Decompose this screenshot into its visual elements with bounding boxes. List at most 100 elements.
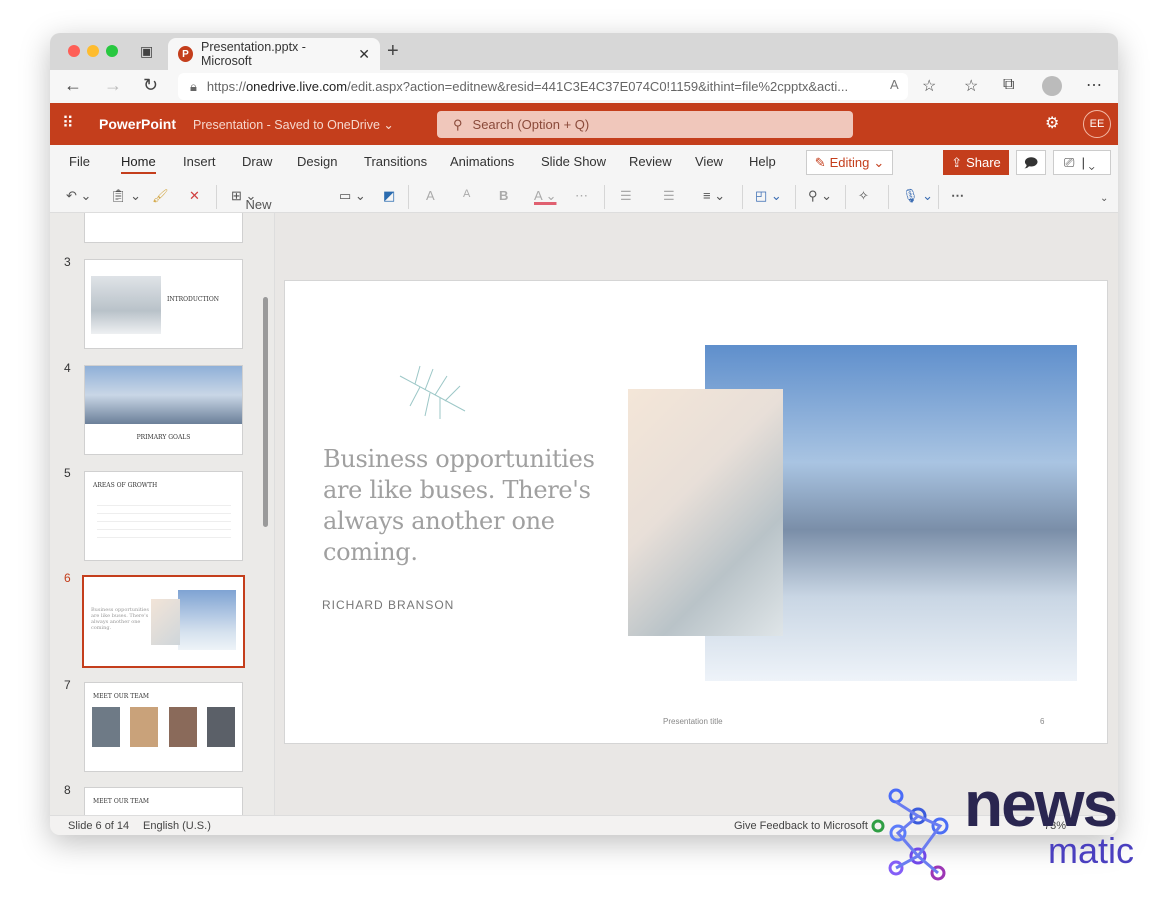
tab-draw[interactable]: Draw: [242, 154, 272, 169]
paste-icon[interactable]: 📋︎ ⌄: [110, 188, 141, 204]
share-icon: ⇪: [951, 154, 963, 170]
feedback-button[interactable]: Give Feedback to Microsoft: [734, 820, 868, 832]
ribbon-tabs: File Home Insert Draw Design Transitions…: [50, 145, 1118, 179]
slide-quote[interactable]: Business opportunities are like buses. T…: [323, 444, 623, 568]
url-path: /edit.aspx?action=editnew&resid=441C3E4C…: [347, 79, 849, 94]
tab-actions-icon[interactable]: ▣: [140, 43, 153, 60]
watermark-text-matic: matic: [1048, 830, 1135, 871]
thumbnail-scrollbar[interactable]: [263, 297, 268, 527]
more-options-icon[interactable]: ⋯: [951, 188, 964, 204]
tab-animations[interactable]: Animations: [450, 154, 514, 169]
comments-button[interactable]: 🗩︎: [1016, 150, 1046, 175]
slide-thumbnail-7[interactable]: MEET OUR TEAM: [84, 682, 243, 772]
dictate-icon[interactable]: 🎙︎ ⌄: [902, 188, 933, 204]
favorites-icon[interactable]: ☆: [964, 76, 978, 96]
forward-icon[interactable]: →: [104, 75, 122, 96]
url-prefix: https://: [206, 79, 246, 94]
shapes-icon[interactable]: ◰ ⌄: [755, 188, 782, 204]
refresh-icon[interactable]: ↻: [143, 75, 158, 96]
more-icon[interactable]: ⋯: [1086, 75, 1102, 95]
slide-thumbnail-5[interactable]: AREAS OF GROWTH: [84, 471, 243, 561]
slide-author[interactable]: RICHARD BRANSON: [322, 598, 454, 612]
share-button[interactable]: ⇪ Share: [943, 150, 1009, 175]
slide-thumbnail-3[interactable]: INTRODUCTION: [84, 259, 243, 349]
newsmatic-watermark: news matic: [868, 768, 1168, 893]
slide-thumbnail-2[interactable]: [84, 213, 243, 243]
new-slide-button[interactable]: ⊞ New Slide ⌄: [231, 188, 274, 227]
language-button[interactable]: English (U.S.): [143, 820, 211, 832]
profile-avatar[interactable]: [1042, 76, 1062, 96]
tab-insert[interactable]: Insert: [183, 154, 216, 169]
new-tab-icon[interactable]: +: [387, 40, 399, 63]
search-placeholder: Search (Option + Q): [472, 117, 590, 132]
tab-transitions[interactable]: Transitions: [364, 154, 427, 169]
increase-font-icon[interactable]: A: [426, 188, 435, 203]
thumbnail-number: 6: [64, 571, 71, 585]
layout-icon[interactable]: ▭ ⌄: [339, 188, 366, 204]
collections-icon[interactable]: ⧉: [1003, 76, 1014, 94]
search-input[interactable]: ⚲ Search (Option + Q): [437, 111, 853, 138]
thumbnail-title: PRIMARY GOALS: [136, 434, 191, 441]
close-tab-icon[interactable]: ✕: [358, 46, 370, 63]
slide-thumbnail-6-selected[interactable]: Business opportunities are like buses. T…: [82, 575, 245, 668]
user-avatar[interactable]: EE: [1083, 110, 1111, 138]
doc-title-button[interactable]: Presentation - Saved to OneDrive ⌄: [193, 117, 394, 132]
present-button[interactable]: ⎚ | ⌄: [1053, 150, 1111, 175]
find-icon[interactable]: ⚲ ⌄: [808, 188, 832, 204]
expand-ribbon-icon[interactable]: ⌄: [1100, 193, 1108, 204]
tab-design[interactable]: Design: [297, 154, 337, 169]
lock-icon: 🔒︎: [190, 78, 197, 94]
slide-footer: Presentation title: [663, 717, 723, 726]
thumbnail-number: 3: [64, 255, 71, 269]
url-input[interactable]: 🔒︎ https://onedrive.live.com/edit.aspx?a…: [178, 73, 908, 100]
browser-tab[interactable]: P Presentation.pptx - Microsoft ✕: [168, 38, 380, 70]
thumbnail-title: AREAS OF GROWTH: [93, 482, 158, 489]
slide-thumbnail-4[interactable]: PRIMARY GOALS: [84, 365, 243, 455]
decrease-font-icon[interactable]: A: [463, 188, 470, 200]
app-launcher-icon[interactable]: ⠿: [62, 113, 74, 133]
undo-icon[interactable]: ↶ ⌄: [66, 188, 91, 204]
close-window-button[interactable]: [68, 45, 80, 57]
tab-review[interactable]: Review: [629, 154, 672, 169]
tab-slide-show[interactable]: Slide Show: [541, 154, 606, 169]
minimize-window-button[interactable]: [87, 45, 99, 57]
numbering-icon[interactable]: ☰: [663, 188, 675, 204]
format-painter-icon[interactable]: 🖌︎: [152, 188, 169, 204]
app-name: PowerPoint: [99, 116, 177, 132]
slide-editor: Business opportunities are like buses. T…: [275, 213, 1118, 815]
more-font-icon[interactable]: ⋯: [575, 188, 588, 204]
bold-icon[interactable]: B: [499, 188, 508, 203]
thumbnail-title: INTRODUCTION: [167, 296, 220, 303]
add-favorite-icon[interactable]: ☆: [922, 76, 936, 96]
tab-view[interactable]: View: [695, 154, 723, 169]
save-status: Saved to OneDrive: [274, 118, 380, 132]
address-bar-row: ← → ↻ 🔒︎ https://onedrive.live.com/edit.…: [50, 70, 1118, 103]
bullets-icon[interactable]: ☰: [620, 188, 632, 204]
align-icon[interactable]: ≡ ⌄: [703, 188, 725, 204]
editing-mode-button[interactable]: ✎ Editing ⌄: [806, 150, 893, 175]
designer-icon[interactable]: ✧: [858, 188, 869, 204]
current-slide[interactable]: Business opportunities are like buses. T…: [284, 280, 1108, 744]
search-icon: ⚲: [453, 116, 463, 132]
design-icon[interactable]: ◩: [383, 188, 395, 204]
thumbnail-number: 4: [64, 361, 71, 375]
thumbnail-number: 8: [64, 783, 71, 797]
slide-counter: Slide 6 of 14: [68, 820, 130, 832]
font-color-icon[interactable]: A ⌄: [534, 188, 556, 204]
tab-file[interactable]: File: [69, 154, 90, 169]
maximize-window-button[interactable]: [106, 45, 118, 57]
back-icon[interactable]: ←: [64, 75, 82, 96]
read-aloud-icon[interactable]: A: [890, 77, 899, 92]
delete-icon[interactable]: ✕: [189, 188, 200, 204]
ribbon-toolbar: ↶ ⌄ 📋︎ ⌄ 🖌︎ ✕ ⊞ New Slide ⌄ ▭ ⌄ ◩ A A B …: [50, 179, 1118, 227]
powerpoint-icon: P: [178, 46, 194, 62]
tab-home[interactable]: Home: [121, 154, 156, 174]
settings-icon[interactable]: ⚙: [1045, 113, 1059, 133]
editing-label: Editing: [829, 155, 870, 170]
slide-thumbnail-8[interactable]: MEET OUR TEAM: [84, 787, 243, 815]
tab-title: Presentation.pptx - Microsoft: [201, 40, 306, 68]
pencil-icon: ✎: [814, 154, 826, 170]
thumbnail-number: 7: [64, 678, 71, 692]
tab-help[interactable]: Help: [749, 154, 776, 169]
pine-frost-image[interactable]: [628, 389, 783, 636]
